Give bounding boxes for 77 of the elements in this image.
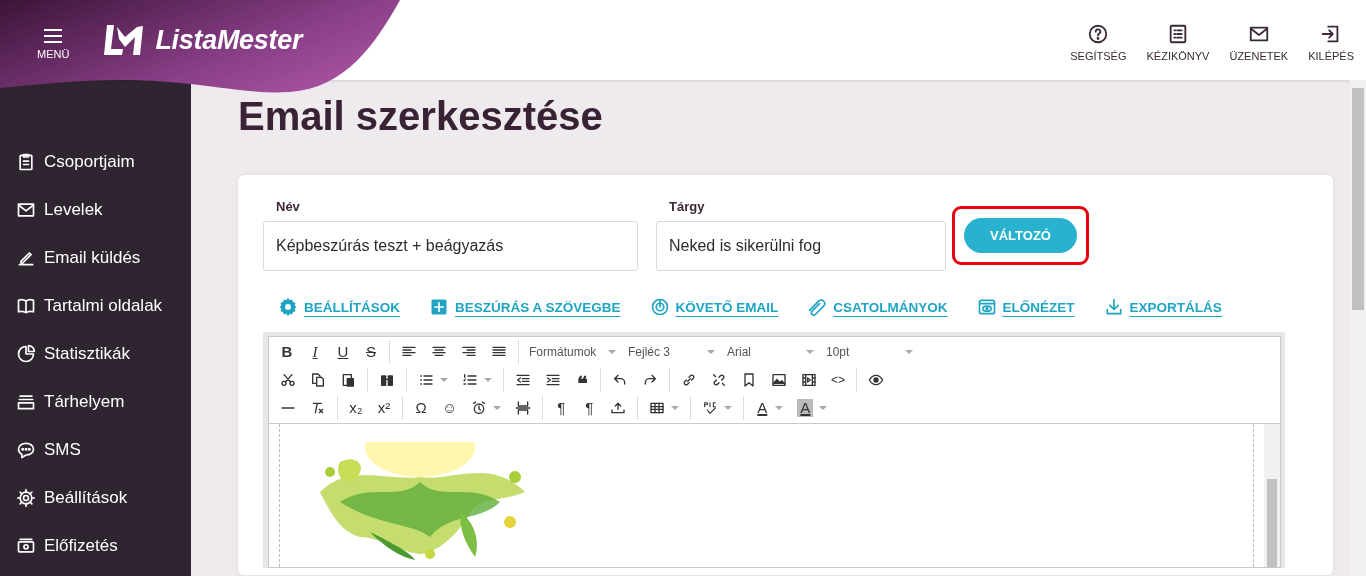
envelope-icon [16, 200, 36, 220]
paste-icon[interactable] [340, 372, 356, 388]
paragraph-mark-button[interactable]: ¶ [582, 399, 597, 417]
book-icon [16, 296, 36, 316]
eye-icon[interactable] [868, 372, 884, 388]
background-color-button[interactable]: A [797, 399, 814, 417]
text-color-button[interactable]: A [755, 399, 770, 417]
binoculars-icon[interactable] [379, 372, 395, 388]
sidebar-item[interactable]: Beállítások [0, 474, 191, 522]
chat-bubble-icon [16, 440, 36, 460]
sidebar-item[interactable]: Statisztikák [0, 330, 191, 378]
sidebar-item[interactable]: Tartalmi oldalak [0, 282, 191, 330]
gear-icon [16, 488, 36, 508]
scissors-icon[interactable] [280, 372, 296, 388]
plus-square-icon [429, 297, 449, 317]
clear-formatting-icon[interactable] [310, 400, 326, 416]
bold-button[interactable]: B [280, 343, 294, 361]
storage-tray-icon [16, 392, 36, 412]
strikethrough-button[interactable]: S [364, 343, 378, 361]
field-label: Tárgy [668, 199, 706, 214]
bullet-list-icon[interactable] [418, 372, 434, 388]
outdent-icon[interactable] [515, 372, 531, 388]
header-help-link[interactable]: SEGÍTSÉG [1070, 22, 1127, 62]
header-logout-link[interactable]: KILÉPÉS [1308, 22, 1354, 62]
sidebar-item[interactable]: Tárhelyem [0, 378, 191, 426]
formats-dropdown[interactable]: Formátumok [523, 345, 622, 359]
editor-scrollbar[interactable] [1264, 424, 1280, 567]
alarm-clock-icon[interactable] [471, 400, 488, 416]
numbered-list-icon[interactable] [462, 372, 478, 388]
superscript-button[interactable]: x² [377, 399, 391, 417]
clipboard-icon [16, 152, 36, 172]
page-break-icon[interactable] [515, 400, 532, 416]
link-icon[interactable] [681, 372, 697, 388]
subject-input[interactable]: Neked is sikerülni fog [656, 221, 946, 271]
upload-tray-icon[interactable] [610, 400, 627, 416]
pie-chart-icon [16, 344, 36, 364]
special-character-button[interactable]: Ω [414, 399, 428, 417]
sidebar-item[interactable]: SMS [0, 426, 191, 474]
header-messages-link[interactable]: ÜZENETEK [1229, 22, 1289, 62]
sidebar-item[interactable]: Csoportjaim [0, 138, 191, 186]
help-icon [1087, 22, 1110, 45]
source-code-button[interactable]: <> [831, 371, 845, 389]
brand-name[interactable]: ListaMester [155, 24, 303, 56]
target-icon [649, 297, 670, 317]
unlink-icon[interactable] [711, 372, 727, 388]
film-icon[interactable] [801, 372, 817, 388]
page-title: Email szerkesztése [238, 94, 604, 138]
font-family-dropdown[interactable]: Arial [721, 345, 820, 359]
heading-dropdown[interactable]: Fejléc 3 [622, 345, 721, 359]
paperclip-icon [807, 297, 828, 317]
spellcheck-icon[interactable] [702, 400, 719, 416]
table-icon[interactable] [649, 400, 666, 416]
emoji-button[interactable]: ☺ [442, 399, 458, 417]
indent-icon[interactable] [545, 372, 561, 388]
subscript-button[interactable]: x₂ [349, 399, 363, 417]
copy-icon[interactable] [310, 372, 326, 388]
sidebar-item[interactable]: Levelek [0, 186, 191, 234]
bookmark-icon[interactable] [741, 372, 757, 388]
font-size-dropdown[interactable]: 10pt [820, 345, 919, 359]
sidebar-item[interactable]: Email küldés [0, 234, 191, 282]
eye-window-icon [976, 297, 997, 317]
blockquote-button[interactable]: ❝ [575, 371, 589, 389]
field-label: Név [275, 199, 301, 214]
undo-icon[interactable] [612, 372, 628, 388]
banknote-icon [16, 536, 36, 556]
header-manual-link[interactable]: KÉZIKÖNYV [1146, 22, 1210, 62]
image-icon[interactable] [771, 372, 787, 388]
page-scrollbar[interactable] [1350, 80, 1366, 576]
menu-icon [43, 28, 64, 44]
italic-button[interactable]: I [308, 343, 322, 361]
paragraph-mark-button[interactable]: ¶ [554, 399, 569, 417]
underline-button[interactable]: U [336, 343, 350, 361]
gear-icon [278, 297, 298, 317]
redo-icon[interactable] [642, 372, 658, 388]
menu-button[interactable]: MENÜ [37, 28, 70, 60]
sidebar-item[interactable]: Előfizetés [0, 522, 191, 570]
name-input[interactable]: Képbeszúrás teszt + beágyazás [263, 221, 638, 271]
